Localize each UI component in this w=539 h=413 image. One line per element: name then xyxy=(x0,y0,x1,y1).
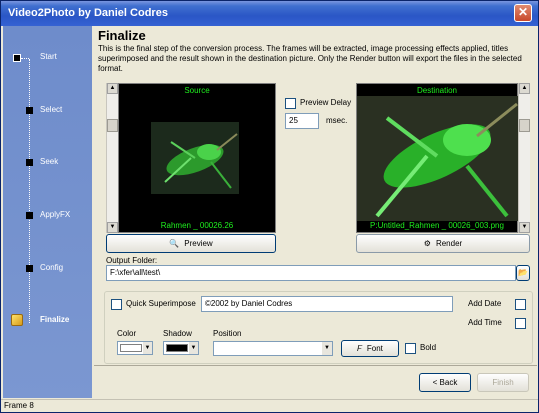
back-button-label: < Back xyxy=(432,378,458,387)
sidebar-step-start[interactable]: Start xyxy=(3,50,92,68)
color-swatch xyxy=(120,344,142,352)
source-filename: Rahmen _ 00026.26 xyxy=(160,221,234,230)
render-button-label: Render xyxy=(435,239,463,248)
preview-delay-spinner[interactable]: 25 xyxy=(285,113,319,129)
destination-scrollbar[interactable]: ▲ ▼ xyxy=(518,83,530,233)
main-panel: Finalize This is the final step of the c… xyxy=(94,26,537,373)
quick-superimpose-label: Quick Superimpose xyxy=(126,299,196,308)
back-button[interactable]: < Back xyxy=(419,373,471,392)
browse-folder-button[interactable]: 📂 xyxy=(516,265,530,281)
superimpose-text-input[interactable]: ©2002 by Daniel Codres xyxy=(201,296,453,312)
scroll-down-icon[interactable]: ▼ xyxy=(107,222,118,233)
chevron-down-icon[interactable]: ▼ xyxy=(143,342,152,354)
destination-filename: P:Untitled_Rahmen _ 00026_003.png xyxy=(370,221,504,230)
sidebar-step-select[interactable]: Select xyxy=(3,103,92,121)
output-folder-input[interactable]: F:\xfer\all\test\ xyxy=(106,265,516,281)
step-label: Config xyxy=(40,263,64,272)
step-dot-icon xyxy=(26,107,33,114)
chevron-down-icon[interactable]: ▼ xyxy=(189,342,198,354)
finish-button-label: Finish xyxy=(492,378,514,387)
source-frame-image xyxy=(151,122,239,194)
position-label: Position xyxy=(213,329,242,338)
gear-icon: ⚙ xyxy=(423,239,431,248)
render-button[interactable]: ⚙ Render xyxy=(356,234,530,253)
destination-caption: Destination xyxy=(416,86,458,95)
window-title: Video2Photo by Daniel Codres xyxy=(8,7,168,19)
source-caption: Source xyxy=(184,86,210,95)
sidebar-step-seek[interactable]: Seek xyxy=(3,155,92,173)
shadow-swatch xyxy=(166,344,188,352)
title-bar: Video2Photo by Daniel Codres ✕ xyxy=(1,1,538,26)
bold-checkbox[interactable] xyxy=(405,343,416,354)
preview-delay-label: Preview Delay xyxy=(300,98,352,107)
quick-superimpose-checkbox[interactable] xyxy=(111,299,122,310)
step-dot-icon xyxy=(26,265,33,272)
output-folder-value: F:\xfer\all\test\ xyxy=(110,268,161,277)
footer-divider xyxy=(94,365,537,366)
scroll-up-icon[interactable]: ▲ xyxy=(519,83,530,94)
step-label: Finalize xyxy=(40,315,70,324)
step-label: Select xyxy=(40,105,63,114)
font-icon: 𝐹 xyxy=(357,344,362,353)
sidebar-step-finalize[interactable]: Finalize xyxy=(3,313,92,331)
bold-label: Bold xyxy=(420,343,437,352)
step-label: Start xyxy=(40,52,57,61)
magnifier-icon: 🔍 xyxy=(169,239,180,248)
add-date-label: Add Date xyxy=(468,299,502,308)
scroll-thumb[interactable] xyxy=(107,119,118,132)
preview-button-label: Preview xyxy=(184,239,213,248)
add-date-checkbox[interactable] xyxy=(515,299,526,310)
font-button-label: Font xyxy=(366,344,383,353)
close-icon[interactable]: ✕ xyxy=(514,4,532,22)
position-select[interactable]: ▼ xyxy=(213,341,333,356)
font-button[interactable]: 𝐹 Font xyxy=(341,340,399,357)
app-window: Video2Photo by Daniel Codres ✕ Start Sel… xyxy=(0,0,539,413)
preview-button[interactable]: 🔍 Preview xyxy=(106,234,276,253)
shadow-picker[interactable]: ▼ xyxy=(163,341,199,355)
source-preview: Source Rahmen _ 00026.26 xyxy=(118,83,276,233)
color-picker[interactable]: ▼ xyxy=(117,341,153,355)
color-label: Color xyxy=(117,329,137,338)
preview-delay-checkbox[interactable] xyxy=(285,98,296,109)
output-folder-label: Output Folder: xyxy=(106,256,158,265)
page-title: Finalize xyxy=(98,28,146,43)
add-time-checkbox[interactable] xyxy=(515,318,526,329)
superimpose-text-value: ©2002 by Daniel Codres xyxy=(205,299,293,308)
folder-icon: 📂 xyxy=(518,268,528,277)
scroll-thumb[interactable] xyxy=(519,119,530,132)
scroll-down-icon[interactable]: ▼ xyxy=(519,222,530,233)
step-label: Seek xyxy=(40,157,59,166)
shadow-label: Shadow xyxy=(163,329,192,338)
wizard-sidebar: Start Select Seek ApplyFX Config Finaliz… xyxy=(3,26,92,398)
step-dot-icon xyxy=(26,159,33,166)
status-text: Frame 8 xyxy=(4,401,34,410)
chevron-down-icon[interactable]: ▼ xyxy=(322,342,332,355)
status-bar: Frame 8 xyxy=(1,399,538,412)
sidebar-step-applyfx[interactable]: ApplyFX xyxy=(3,208,92,226)
source-scrollbar[interactable]: ▲ ▼ xyxy=(106,83,118,233)
add-time-label: Add Time xyxy=(468,318,502,327)
destination-frame-image xyxy=(357,96,519,221)
step-label: ApplyFX xyxy=(40,210,71,219)
scroll-up-icon[interactable]: ▲ xyxy=(107,83,118,94)
preview-delay-unit: msec. xyxy=(326,116,348,125)
sidebar-step-config[interactable]: Config xyxy=(3,261,92,279)
destination-preview: Destination P:Untitled_Rahmen _ 00026_00… xyxy=(356,83,519,233)
page-description: This is the final step of the conversion… xyxy=(98,44,522,73)
step-dot-icon xyxy=(26,212,33,219)
preview-delay-value: 25 xyxy=(289,116,298,125)
step-connector-line xyxy=(29,59,30,323)
finish-button: Finish xyxy=(477,373,529,392)
superimpose-options-group: Quick Superimpose ©2002 by Daniel Codres… xyxy=(104,291,533,364)
